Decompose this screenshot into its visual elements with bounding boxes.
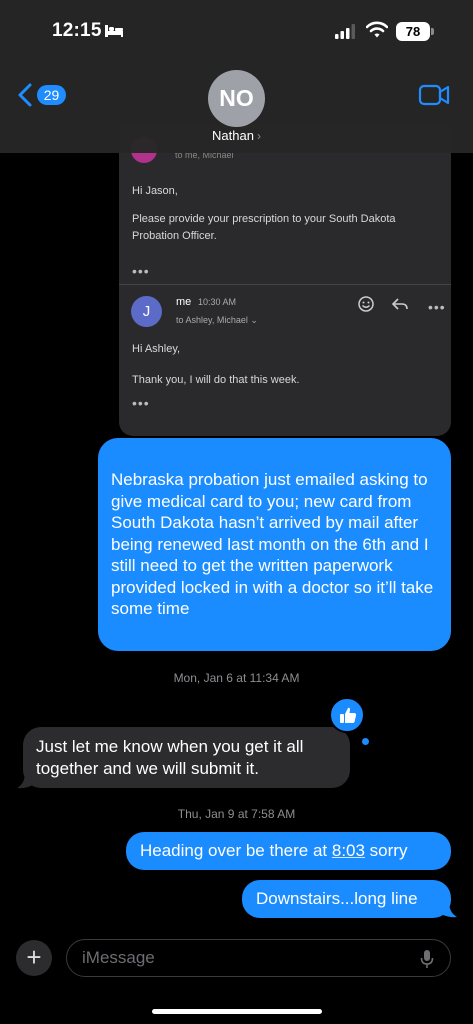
status-time: 12:15 (52, 20, 102, 41)
timestamp-time: at 11:34 AM (236, 671, 300, 685)
incoming-message[interactable]: Just let me know when you get it all tog… (23, 727, 350, 788)
timestamp-day: Mon, Jan 6 (173, 671, 233, 685)
email-sender-avatar: J (131, 296, 162, 327)
contact-name[interactable]: Nathan › (0, 128, 473, 143)
add-attachment-button[interactable]: + (16, 940, 52, 976)
contact-chevron-icon: › (256, 129, 261, 143)
home-indicator[interactable] (152, 1009, 322, 1014)
reply-icon (391, 298, 408, 310)
battery-indicator: 78 (396, 22, 430, 41)
contact-name-label: Nathan (212, 128, 254, 143)
email-greeting-2: Hi Ashley, (132, 343, 181, 355)
outgoing-message[interactable]: Downstairs...long line (242, 880, 451, 918)
bubble-tail (441, 904, 457, 918)
tapback-dot (362, 738, 369, 745)
emoji-icon (358, 296, 374, 312)
email-body-1-line-1: Please provide your prescription to your… (132, 213, 396, 225)
outgoing-message[interactable]: Nebraska probation just emailed asking t… (98, 438, 451, 651)
thumbs-up-icon (340, 707, 357, 723)
timestamp-day: Thu, Jan 9 (177, 807, 235, 821)
imessage-input[interactable]: iMessage (66, 939, 451, 977)
email-greeting-1: Hi Jason, (132, 185, 178, 197)
email-ellipsis-2: ••• (132, 395, 150, 411)
time-link[interactable]: 8:03 (332, 841, 365, 860)
signal-icon (335, 24, 355, 39)
email-body-2: Thank you, I will do that this week. (132, 374, 300, 386)
back-chevron-icon[interactable] (16, 82, 34, 108)
timestamp-time: at 7:58 AM (237, 807, 296, 821)
unread-count-badge[interactable]: 29 (37, 85, 66, 105)
email-divider (119, 284, 451, 285)
timestamp: Mon, Jan 6 at 11:34 AM (0, 671, 473, 685)
timestamp: Thu, Jan 9 at 7:58 AM (0, 807, 473, 821)
video-camera-icon[interactable] (418, 84, 450, 106)
email-more-icon: ••• (428, 299, 446, 315)
email-body-1-line-2: Probation Officer. (132, 230, 217, 242)
email-ellipsis-1: ••• (132, 263, 150, 279)
wifi-icon (366, 21, 388, 38)
contact-avatar[interactable]: NO (208, 70, 265, 127)
input-placeholder: iMessage (82, 948, 155, 967)
battery-cap (431, 28, 434, 35)
email-to-line-2: to Ashley, Michael ⌄ (176, 315, 258, 325)
message-text: sorry (364, 841, 408, 860)
email-screenshot-image[interactable]: to me, Michael Hi Jason, Please provide … (119, 125, 451, 436)
bed-icon (105, 25, 123, 37)
email-time: 10:30 AM (198, 297, 237, 307)
mic-icon[interactable] (420, 949, 434, 969)
tapback-like[interactable] (329, 697, 365, 733)
email-sender: me (176, 296, 192, 308)
message-text: Heading over be there at (140, 841, 332, 860)
outgoing-message[interactable]: Heading over be there at 8:03 sorry (126, 832, 451, 870)
status-bar: 12:15 78 (0, 0, 473, 60)
